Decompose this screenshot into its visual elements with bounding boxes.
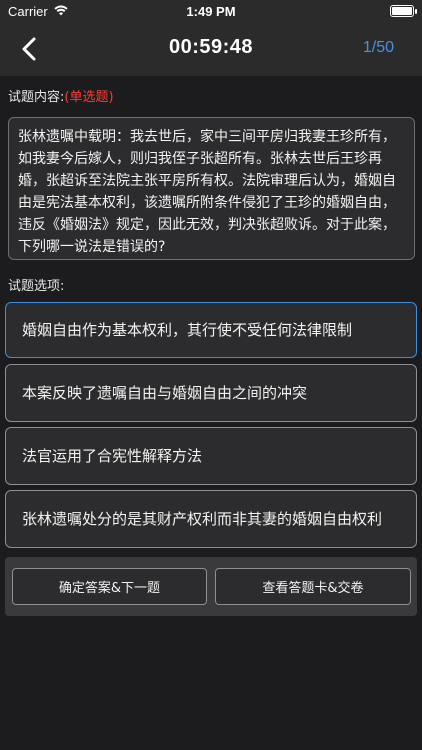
- confirm-next-button[interactable]: 确定答案&下一题: [12, 568, 207, 605]
- option-a[interactable]: 婚姻自由作为基本权利，其行使不受任何法律限制: [5, 302, 417, 358]
- answer-card-submit-button[interactable]: 查看答题卡&交卷: [215, 568, 411, 605]
- option-a-text: 婚姻自由作为基本权利，其行使不受任何法律限制: [22, 321, 353, 339]
- question-text-box: 张林遗嘱中载明：我去世后，家中三间平房归我妻王珍所有，如我妻今后嫁人，则归我侄子…: [8, 117, 415, 260]
- question-text: 张林遗嘱中载明：我去世后，家中三间平房归我妻王珍所有，如我妻今后嫁人，则归我侄子…: [18, 129, 396, 255]
- options-label: 试题选项:: [8, 279, 65, 294]
- question-label-row: 试题内容:(单选题): [8, 86, 114, 105]
- status-bar: Carrier 1:49 PM: [0, 0, 422, 22]
- battery-icon: [390, 5, 414, 17]
- question-counter[interactable]: 1/50: [363, 39, 394, 57]
- option-c[interactable]: 法官运用了合宪性解释方法: [5, 427, 417, 485]
- option-b-text: 本案反映了遗嘱自由与婚姻自由之间的冲突: [22, 384, 308, 402]
- question-type-badge: (单选题): [64, 90, 114, 105]
- option-d[interactable]: 张林遗嘱处分的是其财产权利而非其妻的婚姻自由权利: [5, 490, 417, 548]
- option-b[interactable]: 本案反映了遗嘱自由与婚姻自由之间的冲突: [5, 364, 417, 422]
- option-c-text: 法官运用了合宪性解释方法: [22, 447, 203, 465]
- question-label: 试题内容:: [8, 90, 65, 105]
- option-d-text: 张林遗嘱处分的是其财产权利而非其妻的婚姻自由权利: [22, 510, 383, 528]
- action-panel: 确定答案&下一题 查看答题卡&交卷: [5, 557, 417, 616]
- nav-bar: 00:59:48 1/50: [0, 22, 422, 76]
- status-time: 1:49 PM: [186, 4, 236, 19]
- countdown-timer: 00:59:48: [168, 36, 254, 58]
- battery-tip: [415, 9, 417, 14]
